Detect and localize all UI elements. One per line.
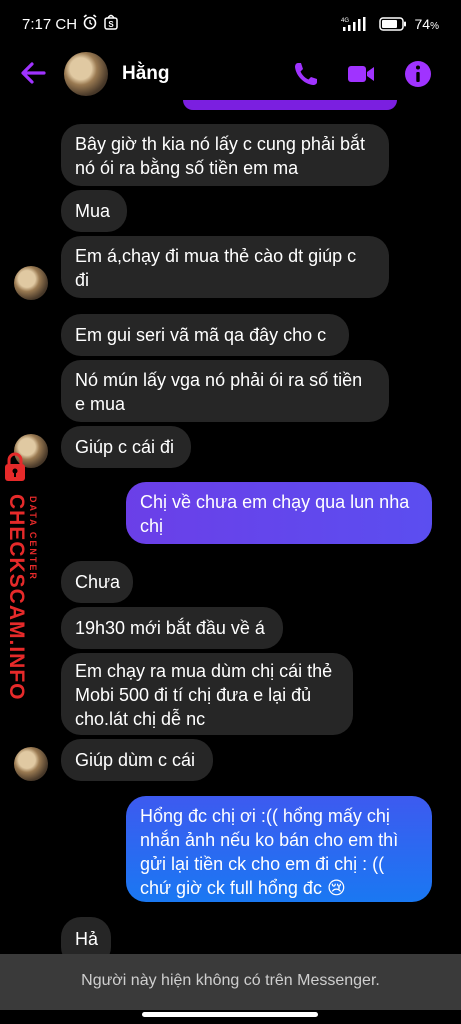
chat-header: Hằng xyxy=(0,44,461,104)
watermark-tagline: DATA CENTER xyxy=(28,496,38,581)
sender-avatar[interactable] xyxy=(14,747,48,781)
status-bar: 7:17 CH S 4G 74% xyxy=(0,0,461,50)
status-right: 4G 74% xyxy=(341,16,439,32)
unavailable-notice-bar: Người này hiện không có trên Messenger. xyxy=(0,954,461,1010)
message-bubble[interactable]: 19h30 mới bắt đầu về á xyxy=(61,607,283,649)
phone-call-icon[interactable] xyxy=(290,58,322,90)
svg-text:4G: 4G xyxy=(341,18,349,24)
message-bubble[interactable]: Em gui seri vã mã qa đây cho c xyxy=(61,314,349,356)
shopee-icon: S xyxy=(104,14,118,30)
info-icon[interactable] xyxy=(402,58,434,90)
message-bubble[interactable]: Mua xyxy=(61,190,127,232)
back-arrow-icon[interactable] xyxy=(18,58,48,88)
message-bubble[interactable]: Giúp dùm c cái xyxy=(61,739,213,781)
message-bubble[interactable]: Em chạy ra mua dùm chị cái thẻ Mobi 500 … xyxy=(61,653,353,735)
battery-icon xyxy=(378,17,406,31)
contact-name[interactable]: Hằng xyxy=(122,63,170,85)
svg-text:S: S xyxy=(108,20,114,29)
message-bubble[interactable]: Nó mún lấy vga nó phải ói ra số tiền e m… xyxy=(61,360,389,422)
status-time: 7:17 CH xyxy=(22,16,78,33)
sent-message-bubble[interactable]: Hổng đc chị ơi :(( hổng mấy chị nhắn ảnh… xyxy=(126,796,432,902)
signal-icon: 4G xyxy=(341,17,366,31)
status-left-icons: S xyxy=(82,14,118,30)
message-bubble[interactable]: Giúp c cái đi xyxy=(61,426,191,468)
watermark-brand: CHECKSCAM.INFO xyxy=(5,494,28,701)
sent-message-bubble[interactable]: Chị về chưa em chạy qua lun nha chị xyxy=(126,482,432,544)
contact-avatar[interactable] xyxy=(64,52,108,96)
alarm-icon xyxy=(83,14,97,30)
message-bubble[interactable]: Bây giờ th kia nó lấy c cung phải bắt nó… xyxy=(61,124,389,186)
sender-avatar[interactable] xyxy=(14,266,48,300)
checkscam-watermark: CHECKSCAM.INFO DATA CENTER xyxy=(0,448,50,701)
unavailable-notice: Người này hiện không có trên Messenger. xyxy=(81,972,380,989)
message-bubble[interactable]: Em á,chạy đi mua thẻ cào dt giúp c đi xyxy=(61,236,389,298)
previous-message-edge xyxy=(183,100,397,110)
video-call-icon[interactable] xyxy=(345,58,377,90)
lock-icon xyxy=(5,452,25,481)
home-indicator[interactable] xyxy=(142,1012,318,1017)
battery-percent: 74% xyxy=(414,16,439,32)
message-bubble[interactable]: Chưa xyxy=(61,561,133,603)
